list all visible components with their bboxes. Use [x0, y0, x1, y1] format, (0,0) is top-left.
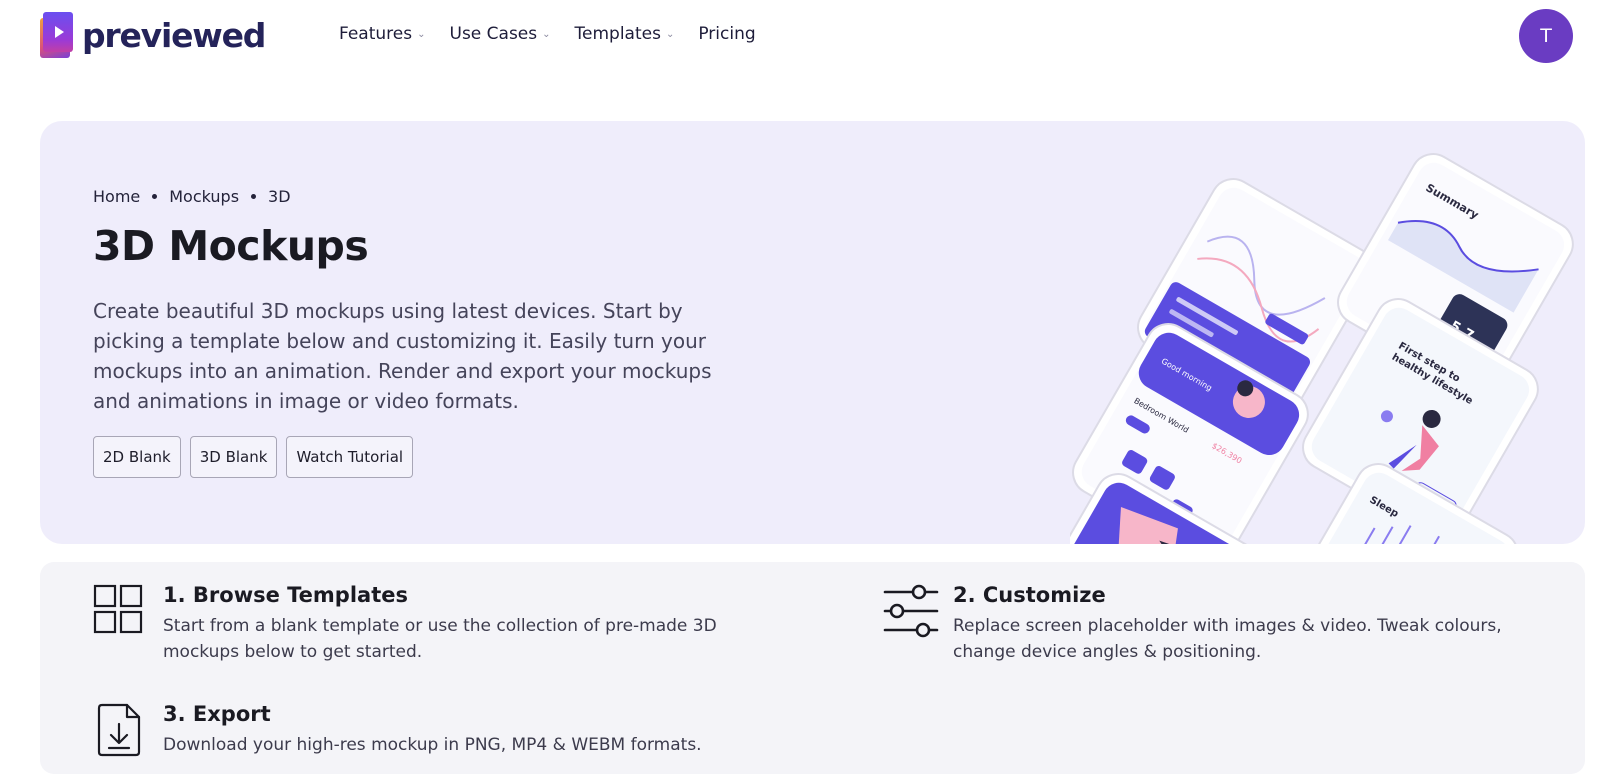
page-title: 3D Mockups: [93, 222, 369, 270]
step-description: Download your high-res mockup in PNG, MP…: [163, 735, 702, 755]
grid-icon: [93, 584, 143, 634]
sliders-icon: [883, 584, 939, 638]
logo-icon: [40, 12, 74, 58]
download-file-icon: [97, 703, 141, 757]
main-menu: Features ⌄ Use Cases ⌄ Templates ⌄ Prici…: [339, 24, 780, 44]
menu-item-label: Use Cases: [449, 24, 538, 44]
menu-item-label: Features: [339, 24, 413, 44]
page-description: Create beautiful 3D mockups using latest…: [93, 299, 712, 413]
breadcrumb-separator: [251, 194, 257, 199]
hero-phones-illustration: Summary 5.7 Good morning Bedroom World $…: [1070, 153, 1574, 544]
chevron-down-icon: ⌄: [417, 28, 426, 40]
steps-section: 1. Browse Templates Start from a blank t…: [40, 562, 1585, 774]
menu-item-features[interactable]: Features ⌄: [339, 24, 426, 44]
menu-item-pricing[interactable]: Pricing: [698, 24, 755, 44]
breadcrumb: Home Mockups 3D: [93, 187, 291, 206]
step-title: 1. Browse Templates: [163, 583, 408, 607]
2d-blank-button[interactable]: 2D Blank: [93, 436, 181, 478]
step-description: Replace screen placeholder with images &…: [953, 616, 1502, 662]
breadcrumb-separator: [152, 194, 158, 199]
3d-blank-button[interactable]: 3D Blank: [189, 436, 278, 478]
step-description: Start from a blank template or use the c…: [163, 616, 717, 662]
menu-item-label: Templates: [574, 24, 661, 44]
top-nav: previewed Features ⌄ Use Cases ⌄ Templat…: [0, 0, 1600, 72]
step-title: 2. Customize: [953, 583, 1106, 607]
logo-text: previewed: [82, 15, 266, 55]
watch-tutorial-button[interactable]: Watch Tutorial: [286, 436, 414, 478]
user-avatar[interactable]: T: [1519, 9, 1573, 63]
chevron-down-icon: ⌄: [665, 28, 675, 40]
menu-item-templates[interactable]: Templates ⌄: [575, 24, 675, 44]
breadcrumb-3d[interactable]: 3D: [268, 187, 291, 206]
menu-item-label: Pricing: [698, 24, 756, 44]
menu-item-use-cases[interactable]: Use Cases ⌄: [450, 24, 551, 44]
breadcrumb-mockups[interactable]: Mockups: [169, 187, 239, 206]
hero-buttons: 2D Blank 3D Blank Watch Tutorial: [93, 436, 414, 478]
hero-section: Home Mockups 3D 3D Mockups Create beauti…: [40, 121, 1585, 544]
logo[interactable]: previewed: [40, 12, 266, 58]
breadcrumb-home[interactable]: Home: [93, 187, 140, 206]
step-title: 3. Export: [163, 702, 271, 726]
chevron-down-icon: ⌄: [542, 28, 551, 40]
